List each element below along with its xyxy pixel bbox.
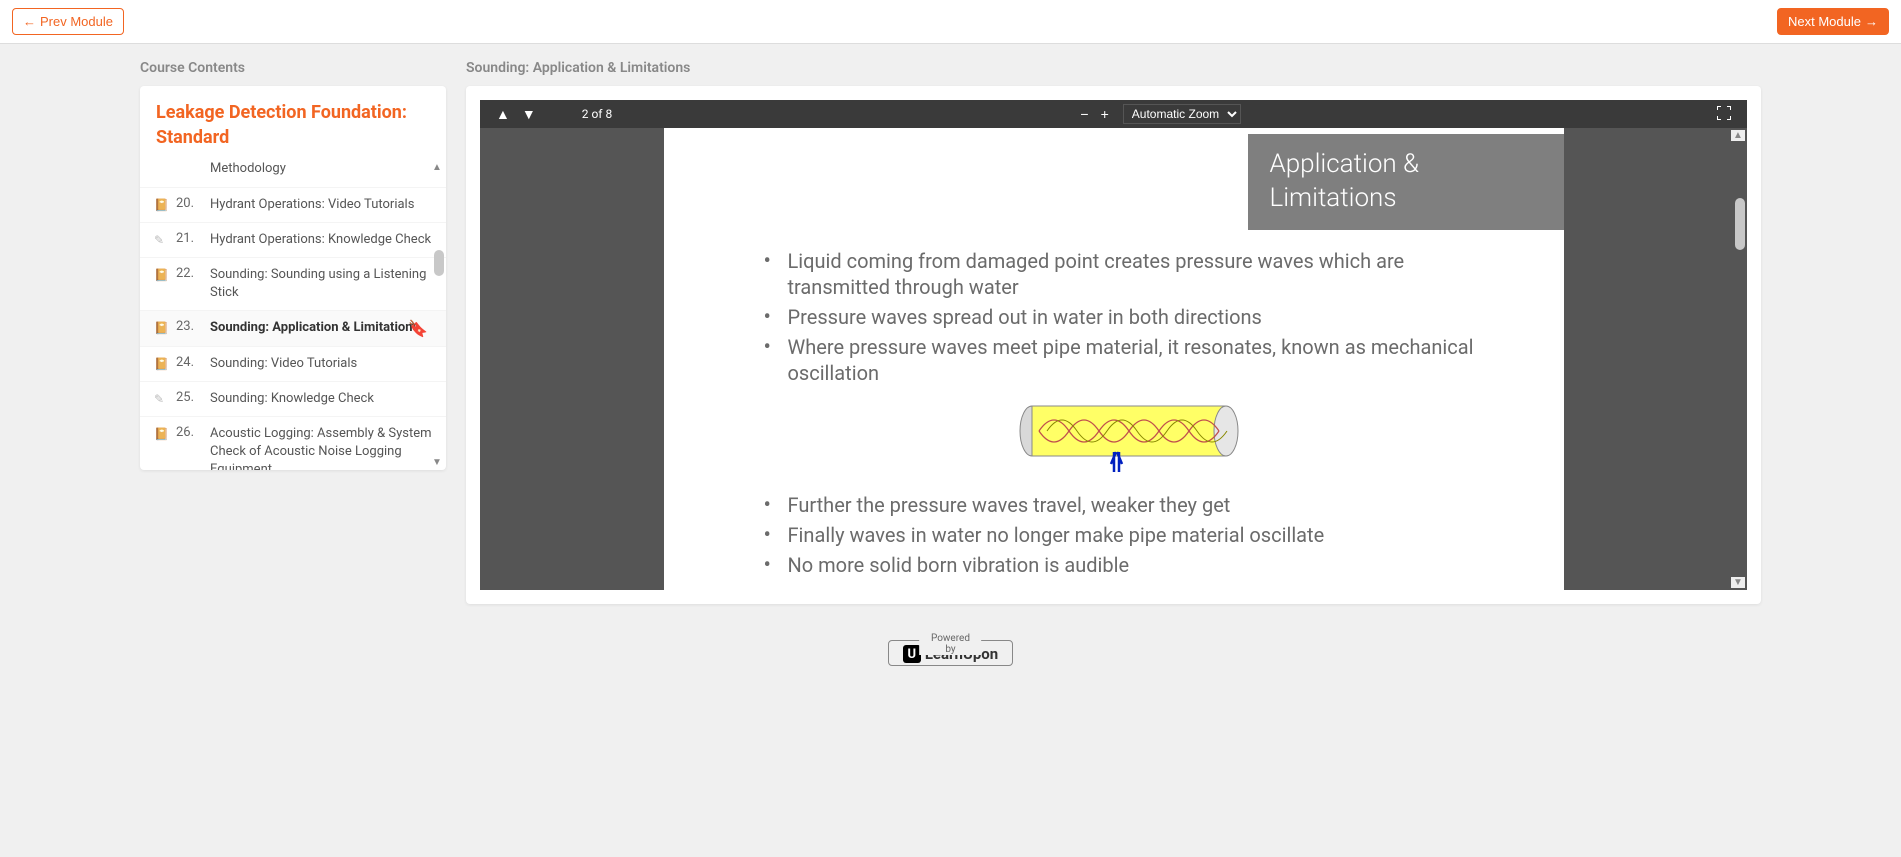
book-icon: 📔 [154, 357, 168, 371]
prev-module-button[interactable]: ← Prev Module [12, 8, 124, 35]
book-icon: 📔 [154, 198, 168, 212]
viewer-heading: Sounding: Application & Limitations [466, 60, 1761, 76]
next-module-label: Next Module [1788, 14, 1861, 29]
toc-label: Sounding: Video Tutorials [210, 355, 432, 373]
page-sep: of [591, 107, 602, 121]
toc-item[interactable]: Methodology [140, 160, 446, 186]
slide-bullet: Where pressure waves meet pipe material,… [764, 334, 1494, 386]
pdf-page: Application & Limitations Liquid coming … [664, 128, 1564, 590]
book-icon: 📔 [154, 321, 168, 335]
slide-bullet: Further the pressure waves travel, weake… [764, 492, 1494, 518]
toc-list[interactable]: ▲ ▼ Methodology 📔 20. Hydrant Operations: V… [140, 160, 446, 470]
toc-item[interactable]: ✎ 25. Sounding: Knowledge Check [140, 381, 446, 416]
scroll-thumb[interactable] [434, 250, 444, 276]
book-icon: 📔 [154, 268, 168, 282]
book-icon: 📔 [154, 427, 168, 441]
next-module-button[interactable]: Next Module → [1777, 8, 1889, 35]
scroll-up-icon[interactable]: ▲ [430, 162, 444, 173]
page-up-button[interactable]: ▲ [490, 104, 516, 124]
toc-label: Hydrant Operations: Video Tutorials [210, 196, 432, 214]
slide-bullet: Liquid coming from damaged point creates… [764, 248, 1494, 300]
toc-label: Acoustic Logging: Assembly & System Chec… [210, 425, 432, 471]
toc-item[interactable]: 📔 24. Sounding: Video Tutorials [140, 346, 446, 381]
bullets-group-a: Liquid coming from damaged point creates… [764, 248, 1494, 386]
pdf-toolbar: ▲ ▼ 2 of 8 − + Automatic Zoom [480, 100, 1747, 128]
page-scroll-down-icon[interactable]: ▼ [1731, 577, 1745, 588]
slide-title: Application & Limitations [1248, 134, 1564, 230]
toc-num: 23. [176, 319, 202, 334]
page-current: 2 [582, 107, 589, 121]
slide-bullet: Pressure waves spread out in water in bo… [764, 304, 1494, 330]
toc-label: Methodology [210, 160, 432, 178]
toc-label: Sounding: Application & Limitations [210, 319, 432, 337]
toc-num: 24. [176, 355, 202, 370]
toc-item[interactable]: 📔 26. Acoustic Logging: Assembly & System … [140, 416, 446, 471]
page-scroll-thumb[interactable] [1735, 198, 1745, 250]
toc-num: 26. [176, 425, 202, 440]
zoom-out-button[interactable]: − [1074, 104, 1094, 124]
arrow-right-icon: → [1865, 14, 1878, 29]
viewer-card: ▲ ▼ 2 of 8 − + Automatic Zoom [466, 86, 1761, 604]
bookmark-icon: 🔖 [408, 319, 428, 338]
pdf-page-container[interactable]: Application & Limitations Liquid coming … [480, 128, 1747, 590]
zoom-in-button[interactable]: + [1095, 104, 1115, 124]
toc-label: Sounding: Knowledge Check [210, 390, 432, 408]
course-title: Leakage Detection Foundation: Standard [140, 86, 446, 160]
logo-mark-icon: U [903, 645, 921, 663]
sidebar-heading: Course Contents [140, 60, 446, 76]
zoom-select[interactable]: Automatic Zoom [1123, 104, 1241, 124]
slide-bullet: No more solid born vibration is audible [764, 552, 1494, 578]
powered-by-label: Powered by [920, 633, 982, 655]
page-down-button[interactable]: ▼ [516, 104, 542, 124]
toc-num: 25. [176, 390, 202, 405]
top-nav: ← Prev Module Next Module → [0, 0, 1901, 44]
page-info: 2 of 8 [582, 107, 612, 121]
page-total: 8 [605, 107, 612, 121]
arrow-left-icon: ← [23, 14, 36, 29]
toc-num: 21. [176, 231, 202, 246]
fullscreen-icon [1717, 106, 1731, 120]
page-scroll-up-icon[interactable]: ▲ [1731, 130, 1745, 141]
footer: Powered by U LearnUpon [0, 620, 1901, 666]
fullscreen-button[interactable] [1711, 104, 1737, 125]
prev-module-label: Prev Module [40, 14, 113, 29]
toc-item[interactable]: ✎ 21. Hydrant Operations: Knowledge Check [140, 222, 446, 257]
scroll-down-icon[interactable]: ▼ [430, 457, 444, 468]
footer-box: Powered by U LearnUpon [888, 640, 1013, 666]
toc-item[interactable]: 📔 23. Sounding: Application & Limitations🔖 [140, 310, 446, 345]
bullets-group-b: Further the pressure waves travel, weake… [764, 492, 1494, 578]
edit-icon: ✎ [154, 392, 168, 406]
pipe-wave-diagram [1019, 404, 1239, 474]
slide-bullet: Finally waves in water no longer make pi… [764, 522, 1494, 548]
toc-item[interactable]: 📔 22. Sounding: Sounding using a Listening… [140, 257, 446, 310]
toc-num: 20. [176, 196, 202, 211]
toc-item[interactable]: 📔 20. Hydrant Operations: Video Tutorials [140, 187, 446, 222]
toc-label: Hydrant Operations: Knowledge Check [210, 231, 432, 249]
toc-label: Sounding: Sounding using a Listening Sti… [210, 266, 432, 302]
toc-num: 22. [176, 266, 202, 281]
course-contents-card: Leakage Detection Foundation: Standard ▲… [140, 86, 446, 470]
edit-icon: ✎ [154, 233, 168, 247]
